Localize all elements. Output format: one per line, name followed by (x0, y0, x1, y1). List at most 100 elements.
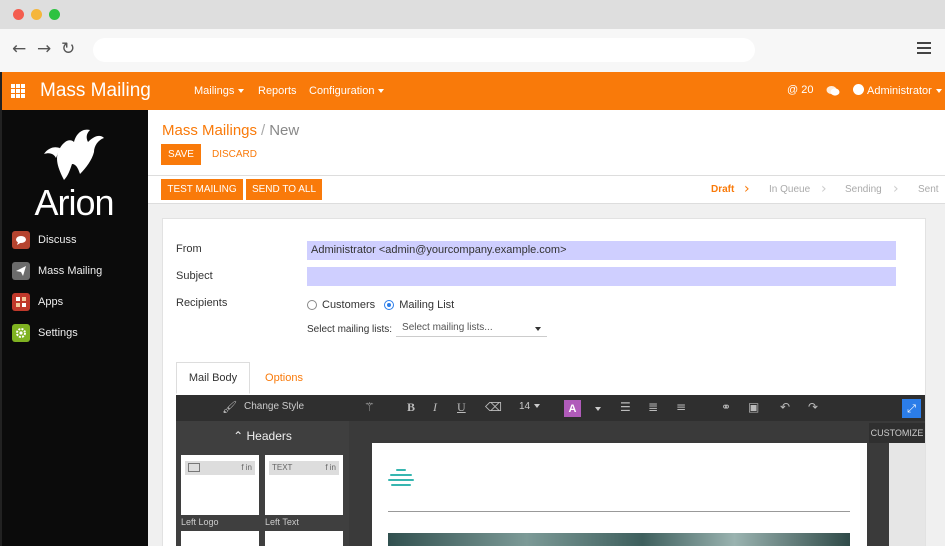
menu-reports[interactable]: Reports (258, 85, 297, 97)
main-content: Mass Mailings / New SAVE DISCARD TEST MAIL… (148, 110, 945, 546)
sidebar-item-label: Discuss (38, 234, 77, 246)
breadcrumb: Mass Mailings / New (162, 122, 299, 139)
tab-options[interactable]: Options (256, 362, 312, 394)
odoo-app: Mass Mailing Mailings Reports Configurat… (0, 72, 945, 546)
forward-arrow-icon[interactable]: → (37, 39, 51, 59)
snippet-label: Left Text (265, 517, 299, 527)
bold-icon[interactable]: B (407, 400, 415, 415)
browser-title-bar (0, 0, 945, 29)
form-sheet: From Administrator <admin@yourcompany.ex… (162, 218, 926, 546)
editor-side-panel (889, 443, 925, 546)
snippet-preview-bar: f in (185, 461, 255, 475)
snippet-left-logo[interactable]: f in (181, 455, 259, 515)
social-icons: f in (241, 463, 252, 472)
discard-button[interactable]: DISCARD (212, 144, 257, 165)
chat-bubbles-icon[interactable] (826, 85, 840, 100)
stage-sent[interactable]: Sent (918, 184, 939, 195)
send-to-all-button[interactable]: SEND TO ALL (246, 179, 322, 200)
radio-mailing-list[interactable] (384, 300, 395, 310)
align-icon[interactable]: ≡ (676, 400, 686, 414)
chevron-down-icon (534, 404, 541, 409)
radio-customers-label: Customers (322, 299, 376, 311)
top-navbar: Mass Mailing Mailings Reports Configurat… (2, 72, 945, 110)
minimize-window-button[interactable] (31, 9, 42, 20)
image-placeholder-icon (188, 463, 200, 472)
stage-draft[interactable]: Draft (711, 184, 734, 195)
italic-icon[interactable]: I (433, 400, 437, 415)
from-label: From (176, 243, 202, 255)
magic-wand-icon[interactable]: ⚚ (364, 400, 375, 414)
snippet-thumbnail[interactable] (181, 531, 259, 546)
chevron-right-icon: › (821, 181, 827, 197)
email-canvas[interactable] (372, 443, 867, 546)
undo-icon[interactable]: ↶ (780, 400, 790, 414)
menu-mailings[interactable]: Mailings (194, 85, 245, 97)
snippet-bar-text: TEXT (272, 463, 293, 472)
test-mailing-button[interactable]: TEST MAILING (161, 179, 243, 200)
breadcrumb-separator: / (261, 122, 266, 139)
address-bar[interactable] (93, 38, 755, 62)
redo-icon[interactable]: ↷ (808, 400, 818, 414)
snippets-header-label: Headers (246, 429, 292, 443)
image-icon[interactable]: ▣ (748, 400, 759, 414)
sidebar: Arion Discuss Mass Mailing Apps Settings (2, 110, 148, 546)
menu-configuration[interactable]: Configuration (309, 85, 385, 97)
menu-configuration-label: Configuration (309, 85, 375, 97)
close-window-button[interactable] (13, 9, 24, 20)
stage-sending[interactable]: Sending (845, 184, 882, 195)
numbered-list-icon[interactable]: ≣ (648, 400, 658, 414)
from-field[interactable]: Administrator <admin@yourcompany.example… (307, 241, 896, 260)
apps-icon (12, 293, 30, 311)
stage-in-queue[interactable]: In Queue (769, 184, 810, 195)
sidebar-item-discuss[interactable]: Discuss (12, 230, 77, 250)
browser-menu-icon[interactable] (917, 42, 931, 57)
bullet-list-icon[interactable]: ☰ (620, 400, 631, 414)
social-icons: f in (325, 463, 336, 472)
snippet-left-text[interactable]: TEXT f in (265, 455, 343, 515)
breadcrumb-current: New (269, 122, 300, 139)
control-panel: Mass Mailings / New SAVE DISCARD (148, 110, 945, 176)
sidebar-item-settings[interactable]: Settings (12, 323, 78, 343)
snippets-header[interactable]: ⌃ Headers (176, 429, 349, 443)
mailing-lists-label: Select mailing lists: (307, 323, 393, 335)
mailing-lists-row: Select mailing lists: Select mailing lis… (307, 321, 548, 337)
user-menu[interactable]: Administrator (853, 84, 942, 97)
text-color-button[interactable]: A (564, 400, 581, 417)
apps-grid-icon[interactable] (11, 84, 25, 98)
link-icon[interactable]: ⚭ (721, 400, 731, 414)
subject-field[interactable] (307, 267, 896, 286)
underline-icon[interactable]: U (457, 400, 466, 415)
avatar (853, 84, 864, 95)
app-title: Mass Mailing (40, 80, 151, 101)
maximize-window-button[interactable] (49, 9, 60, 20)
chevron-down-icon[interactable] (595, 407, 601, 411)
snippet-thumbnail[interactable] (265, 531, 343, 546)
eraser-icon[interactable]: ⌫ (485, 400, 502, 414)
chevron-down-icon (378, 89, 385, 94)
form-statusbar: TEST MAILING SEND TO ALL Draft › In Queu… (148, 176, 945, 204)
chevron-right-icon: › (893, 181, 899, 197)
mailing-lists-select[interactable]: Select mailing lists... (396, 321, 548, 337)
customize-button[interactable]: CUSTOMIZE (869, 423, 925, 443)
radio-customers[interactable] (307, 300, 317, 310)
gear-icon (12, 324, 30, 342)
header-image[interactable] (388, 533, 850, 546)
breadcrumb-parent-link[interactable]: Mass Mailings (162, 122, 257, 139)
back-arrow-icon[interactable]: ← (12, 39, 26, 59)
divider (388, 511, 850, 512)
save-button[interactable]: SAVE (161, 144, 201, 165)
sidebar-item-apps[interactable]: Apps (12, 292, 63, 312)
fullscreen-icon[interactable]: ⤢ (902, 399, 921, 418)
tab-mail-body[interactable]: Mail Body (176, 362, 250, 394)
chat-icon (12, 231, 30, 249)
chevron-down-icon (935, 89, 942, 94)
font-size-value: 14 (519, 401, 531, 412)
font-size-select[interactable]: 14 (519, 401, 541, 412)
reload-icon[interactable]: ↻ (61, 39, 75, 59)
company-logo: Arion (24, 124, 124, 223)
editor-toolbar: 🖌 Change Style ⚚ B I U ⌫ 14 A ☰ ≣ ≡ ⚭ ▣ … (176, 395, 925, 421)
sidebar-item-mass-mailing[interactable]: Mass Mailing (12, 261, 102, 281)
notifications-counter[interactable]: @ 20 (787, 84, 813, 96)
recipients-radio-group: Customers Mailing List (307, 298, 454, 312)
change-style-button[interactable]: Change Style (244, 401, 304, 412)
